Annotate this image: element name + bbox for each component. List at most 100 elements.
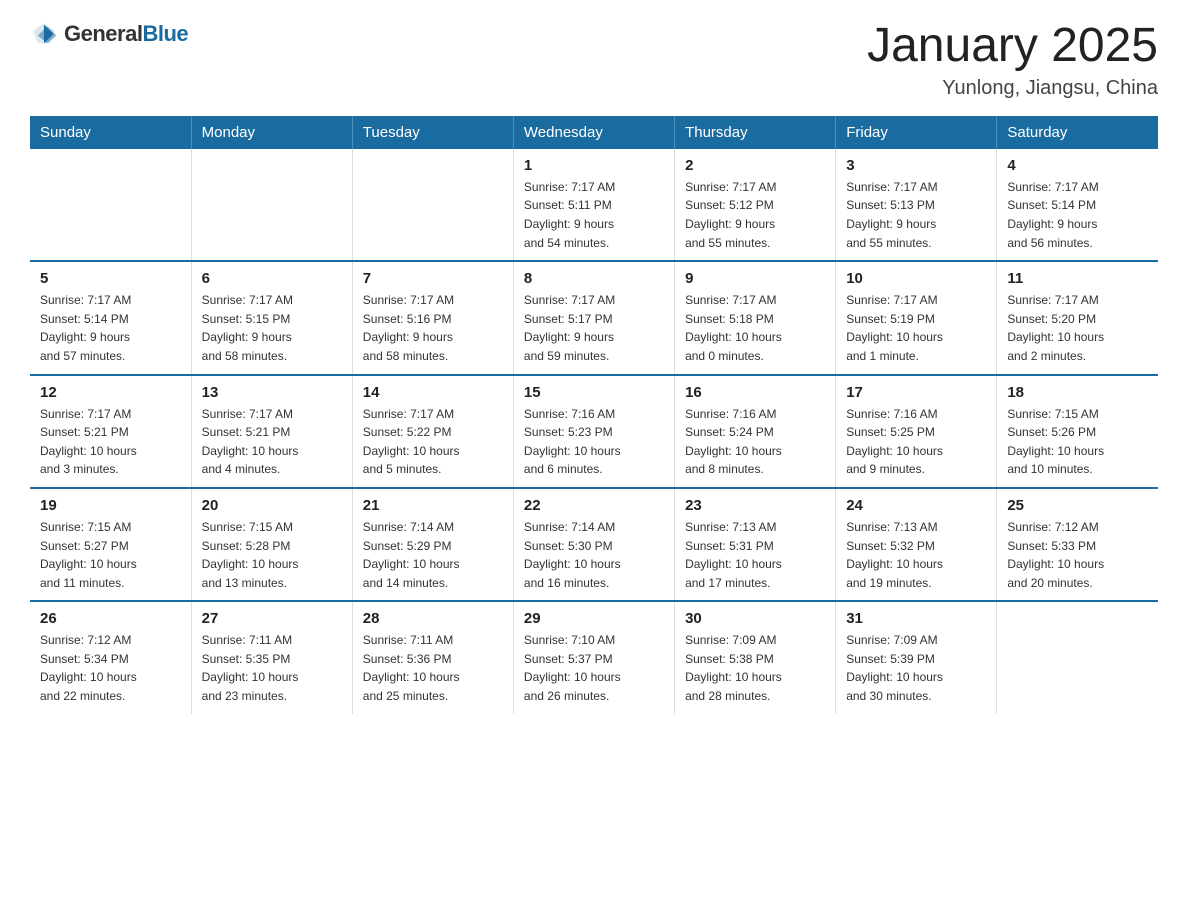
day-info: Sunrise: 7:17 AM Sunset: 5:22 PM Dayligh… (363, 405, 503, 479)
day-info: Sunrise: 7:17 AM Sunset: 5:14 PM Dayligh… (40, 291, 181, 365)
day-number: 16 (685, 384, 825, 401)
logo-blue: Blue (142, 21, 188, 46)
calendar-cell: 14 Sunrise: 7:17 AM Sunset: 5:22 PM Dayli… (352, 375, 513, 488)
day-info: Sunrise: 7:11 AM Sunset: 5:36 PM Dayligh… (363, 631, 503, 705)
day-number: 31 (846, 610, 986, 627)
title-block: January 2025 Yunlong, Jiangsu, China (867, 20, 1158, 100)
day-info: Sunrise: 7:16 AM Sunset: 5:23 PM Dayligh… (524, 405, 664, 479)
calendar-cell: 13 Sunrise: 7:17 AM Sunset: 5:21 PM Dayli… (191, 375, 352, 488)
day-number: 4 (1007, 157, 1148, 174)
calendar-cell: 18 Sunrise: 7:15 AM Sunset: 5:26 PM Dayli… (997, 375, 1158, 488)
day-info: Sunrise: 7:14 AM Sunset: 5:29 PM Dayligh… (363, 518, 503, 592)
day-info: Sunrise: 7:09 AM Sunset: 5:39 PM Dayligh… (846, 631, 986, 705)
calendar-cell: 8 Sunrise: 7:17 AM Sunset: 5:17 PM Daylig… (513, 261, 674, 374)
day-info: Sunrise: 7:13 AM Sunset: 5:31 PM Dayligh… (685, 518, 825, 592)
calendar-cell: 17 Sunrise: 7:16 AM Sunset: 5:25 PM Dayli… (836, 375, 997, 488)
day-number: 3 (846, 157, 986, 174)
day-number: 11 (1007, 270, 1148, 287)
day-info: Sunrise: 7:15 AM Sunset: 5:28 PM Dayligh… (202, 518, 342, 592)
calendar-week-5: 26 Sunrise: 7:12 AM Sunset: 5:34 PM Dayli… (30, 601, 1158, 713)
calendar-cell (352, 149, 513, 261)
day-number: 30 (685, 610, 825, 627)
day-info: Sunrise: 7:17 AM Sunset: 5:20 PM Dayligh… (1007, 291, 1148, 365)
day-number: 19 (40, 497, 181, 514)
day-info: Sunrise: 7:09 AM Sunset: 5:38 PM Dayligh… (685, 631, 825, 705)
day-number: 8 (524, 270, 664, 287)
day-info: Sunrise: 7:17 AM Sunset: 5:19 PM Dayligh… (846, 291, 986, 365)
day-number: 14 (363, 384, 503, 401)
calendar-cell: 6 Sunrise: 7:17 AM Sunset: 5:15 PM Daylig… (191, 261, 352, 374)
day-info: Sunrise: 7:17 AM Sunset: 5:21 PM Dayligh… (202, 405, 342, 479)
day-number: 15 (524, 384, 664, 401)
day-number: 10 (846, 270, 986, 287)
day-number: 6 (202, 270, 342, 287)
calendar-cell: 1Sunrise: 7:17 AM Sunset: 5:11 PM Daylig… (513, 149, 674, 261)
page-header: GeneralBlue January 2025 Yunlong, Jiangs… (30, 20, 1158, 100)
day-info: Sunrise: 7:15 AM Sunset: 5:26 PM Dayligh… (1007, 405, 1148, 479)
day-number: 21 (363, 497, 503, 514)
day-number: 17 (846, 384, 986, 401)
calendar-cell: 26 Sunrise: 7:12 AM Sunset: 5:34 PM Dayli… (30, 601, 191, 713)
calendar-week-1: 1Sunrise: 7:17 AM Sunset: 5:11 PM Daylig… (30, 149, 1158, 261)
col-friday: Friday (836, 116, 997, 149)
calendar-cell: 29 Sunrise: 7:10 AM Sunset: 5:37 PM Dayli… (513, 601, 674, 713)
calendar-cell: 4 Sunrise: 7:17 AM Sunset: 5:14 PM Daylig… (997, 149, 1158, 261)
calendar-cell: 24Sunrise: 7:13 AM Sunset: 5:32 PM Dayli… (836, 488, 997, 601)
calendar-cell: 23Sunrise: 7:13 AM Sunset: 5:31 PM Dayli… (675, 488, 836, 601)
col-sunday: Sunday (30, 116, 191, 149)
col-saturday: Saturday (997, 116, 1158, 149)
day-info: Sunrise: 7:17 AM Sunset: 5:13 PM Dayligh… (846, 178, 986, 252)
day-number: 25 (1007, 497, 1148, 514)
calendar-cell: 7 Sunrise: 7:17 AM Sunset: 5:16 PM Daylig… (352, 261, 513, 374)
day-info: Sunrise: 7:12 AM Sunset: 5:33 PM Dayligh… (1007, 518, 1148, 592)
day-number: 13 (202, 384, 342, 401)
calendar-cell: 15 Sunrise: 7:16 AM Sunset: 5:23 PM Dayli… (513, 375, 674, 488)
logo-icon (30, 20, 58, 48)
calendar-cell: 28 Sunrise: 7:11 AM Sunset: 5:36 PM Dayli… (352, 601, 513, 713)
day-info: Sunrise: 7:17 AM Sunset: 5:15 PM Dayligh… (202, 291, 342, 365)
day-info: Sunrise: 7:10 AM Sunset: 5:37 PM Dayligh… (524, 631, 664, 705)
day-number: 5 (40, 270, 181, 287)
calendar-cell: 20 Sunrise: 7:15 AM Sunset: 5:28 PM Dayli… (191, 488, 352, 601)
day-number: 7 (363, 270, 503, 287)
day-number: 26 (40, 610, 181, 627)
calendar-cell: 30 Sunrise: 7:09 AM Sunset: 5:38 PM Dayli… (675, 601, 836, 713)
col-thursday: Thursday (675, 116, 836, 149)
col-wednesday: Wednesday (513, 116, 674, 149)
calendar-cell: 27Sunrise: 7:11 AM Sunset: 5:35 PM Dayli… (191, 601, 352, 713)
calendar-cell: 22Sunrise: 7:14 AM Sunset: 5:30 PM Dayli… (513, 488, 674, 601)
day-number: 20 (202, 497, 342, 514)
day-number: 2 (685, 157, 825, 174)
calendar-week-3: 12 Sunrise: 7:17 AM Sunset: 5:21 PM Dayli… (30, 375, 1158, 488)
day-info: Sunrise: 7:17 AM Sunset: 5:16 PM Dayligh… (363, 291, 503, 365)
day-info: Sunrise: 7:12 AM Sunset: 5:34 PM Dayligh… (40, 631, 181, 705)
calendar-cell (997, 601, 1158, 713)
calendar-cell: 3 Sunrise: 7:17 AM Sunset: 5:13 PM Daylig… (836, 149, 997, 261)
calendar-week-4: 19Sunrise: 7:15 AM Sunset: 5:27 PM Dayli… (30, 488, 1158, 601)
calendar-cell: 31 Sunrise: 7:09 AM Sunset: 5:39 PM Dayli… (836, 601, 997, 713)
day-number: 24 (846, 497, 986, 514)
calendar-body: 1Sunrise: 7:17 AM Sunset: 5:11 PM Daylig… (30, 149, 1158, 714)
day-number: 12 (40, 384, 181, 401)
logo-text: GeneralBlue (64, 21, 188, 47)
header-row: Sunday Monday Tuesday Wednesday Thursday… (30, 116, 1158, 149)
day-number: 18 (1007, 384, 1148, 401)
day-number: 29 (524, 610, 664, 627)
calendar-cell: 21 Sunrise: 7:14 AM Sunset: 5:29 PM Dayli… (352, 488, 513, 601)
day-info: Sunrise: 7:17 AM Sunset: 5:17 PM Dayligh… (524, 291, 664, 365)
day-number: 28 (363, 610, 503, 627)
calendar-table: Sunday Monday Tuesday Wednesday Thursday… (30, 116, 1158, 714)
day-number: 22 (524, 497, 664, 514)
calendar-cell: 11 Sunrise: 7:17 AM Sunset: 5:20 PM Dayli… (997, 261, 1158, 374)
calendar-cell: 5 Sunrise: 7:17 AM Sunset: 5:14 PM Daylig… (30, 261, 191, 374)
day-info: Sunrise: 7:17 AM Sunset: 5:14 PM Dayligh… (1007, 178, 1148, 252)
location: Yunlong, Jiangsu, China (867, 77, 1158, 100)
calendar-cell: 10 Sunrise: 7:17 AM Sunset: 5:19 PM Dayli… (836, 261, 997, 374)
calendar-cell: 12 Sunrise: 7:17 AM Sunset: 5:21 PM Dayli… (30, 375, 191, 488)
col-monday: Monday (191, 116, 352, 149)
logo: GeneralBlue (30, 20, 188, 48)
day-number: 27 (202, 610, 342, 627)
day-info: Sunrise: 7:16 AM Sunset: 5:25 PM Dayligh… (846, 405, 986, 479)
day-info: Sunrise: 7:17 AM Sunset: 5:21 PM Dayligh… (40, 405, 181, 479)
calendar-week-2: 5 Sunrise: 7:17 AM Sunset: 5:14 PM Daylig… (30, 261, 1158, 374)
